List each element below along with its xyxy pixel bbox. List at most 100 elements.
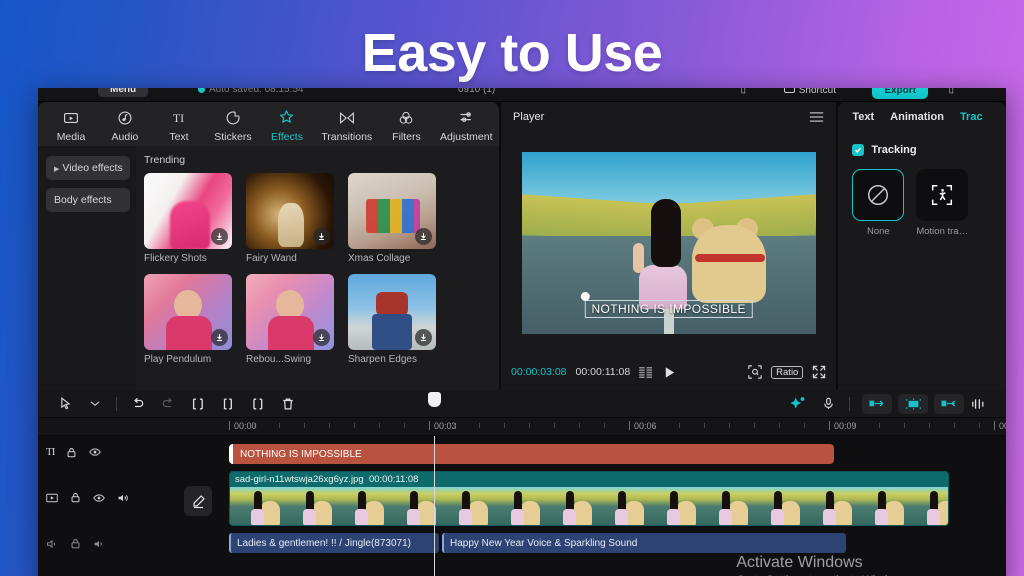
effect-card[interactable]: Flickery Shots	[144, 173, 232, 264]
speaker-icon[interactable]	[93, 539, 105, 549]
nav-item-transitions[interactable]: Transitions	[314, 106, 380, 143]
redo-icon[interactable]	[153, 390, 183, 418]
player-controls: 00:00:03:08 00:00:11:08 Ratio	[501, 354, 837, 390]
effect-card[interactable]: Rebou...Swing	[246, 274, 334, 365]
tracking-header: Tracking	[852, 144, 994, 156]
app-top-bar: Menu Auto saved: 08:15:54 0910 (1) ▯ Sho…	[38, 88, 1006, 102]
lock-icon[interactable]	[66, 447, 77, 458]
filmstrip-frame	[750, 487, 802, 525]
frame-grid-icon[interactable]	[639, 366, 654, 378]
tracking-section: Tracking None Motion track	[838, 132, 1006, 237]
caption-rotate-handle[interactable]	[580, 292, 590, 301]
tab-tracking[interactable]: Trac	[960, 111, 983, 123]
fullscreen-icon[interactable]	[812, 365, 826, 379]
edit-clip-button[interactable]	[184, 486, 212, 516]
nav-item-filters[interactable]: Filters	[379, 106, 433, 143]
ratio-button[interactable]: Ratio	[771, 365, 804, 379]
lock-icon[interactable]	[70, 538, 81, 549]
filters-icon	[398, 109, 414, 127]
split-left-icon[interactable]	[183, 390, 213, 418]
tracking-option-none[interactable]: None	[852, 169, 905, 237]
player-menu-icon[interactable]	[809, 111, 824, 123]
chevron-down-icon[interactable]	[80, 390, 110, 418]
library-body: ▶ Video effects Body effects Trending Fl…	[38, 146, 500, 390]
tab-animation[interactable]: Animation	[890, 111, 944, 123]
effects-sidebar: ▶ Video effects Body effects	[38, 146, 136, 390]
split-clip-icon[interactable]	[213, 390, 243, 418]
menu-button[interactable]: Menu	[98, 88, 149, 97]
sidebar-item-body-effects[interactable]: Body effects	[46, 188, 130, 212]
filmstrip-frame	[698, 487, 750, 525]
download-icon[interactable]	[415, 228, 432, 245]
zoom-fit-icon[interactable]	[748, 365, 762, 379]
video-clip[interactable]: sad-girl-n11wtswja26xg6yz.jpg 00:00:11:0…	[229, 471, 949, 526]
video-preview[interactable]: NOTHING IS IMPOSSIBLE	[521, 152, 816, 334]
effect-thumbnail	[144, 274, 232, 350]
effect-card[interactable]: Fairy Wand	[246, 173, 334, 264]
filmstrip-frame	[490, 487, 542, 525]
window-controls-icon[interactable]: ▯	[948, 88, 954, 95]
caption-overlay[interactable]: NOTHING IS IMPOSSIBLE	[580, 292, 753, 318]
nav-item-adjustment[interactable]: Adjustment	[433, 106, 499, 143]
filmstrip-frame	[802, 487, 854, 525]
export-button[interactable]: Export	[872, 88, 928, 99]
eye-icon[interactable]	[89, 447, 102, 457]
nav-item-audio[interactable]: Audio	[98, 106, 152, 143]
split-right-icon[interactable]	[243, 390, 273, 418]
shortcut-button[interactable]: Shortcut	[783, 88, 836, 96]
tracking-option-motion[interactable]: Motion track...	[916, 169, 969, 237]
effect-card[interactable]: Sharpen Edges	[348, 274, 436, 365]
effect-card[interactable]: Play Pendulum	[144, 274, 232, 365]
trim-start-icon[interactable]	[862, 393, 892, 414]
download-icon[interactable]	[313, 228, 330, 245]
timeline-panel: 00:00 00:03 00:06 00:09 0 TI NOTHING IS …	[38, 390, 1006, 576]
download-icon[interactable]	[211, 228, 228, 245]
toolbar-divider	[849, 396, 850, 411]
download-icon[interactable]	[211, 329, 228, 346]
speaker-icon[interactable]	[117, 493, 129, 503]
total-time: 00:00:11:08	[575, 366, 631, 378]
preview-teddy-bear	[692, 224, 767, 303]
nav-item-stickers[interactable]: Stickers	[206, 106, 260, 143]
audio-clip[interactable]: Happy New Year Voice & Sparkling Sound	[442, 533, 846, 553]
sidebar-item-video-effects[interactable]: ▶ Video effects	[46, 156, 130, 180]
track-header-text: TI	[46, 446, 102, 458]
align-clips-icon[interactable]	[964, 390, 994, 418]
playhead-handle[interactable]	[428, 392, 441, 407]
text-clip[interactable]: NOTHING IS IMPOSSIBLE	[229, 444, 834, 464]
audio-clip[interactable]: Ladies & gentlemen! !! / Jingle(873071)	[229, 533, 439, 553]
effect-label: Rebou...Swing	[246, 354, 312, 365]
tab-text[interactable]: Text	[852, 111, 874, 123]
minimize-icon[interactable]: ▯	[740, 88, 746, 95]
play-button[interactable]	[663, 366, 676, 379]
chevron-right-icon: ▶	[54, 166, 60, 173]
effect-thumbnail	[246, 274, 334, 350]
player-panel: Player NOTHING IS IMPOSSIBLE 00:00:03:08…	[501, 102, 837, 390]
timeline-ruler[interactable]: 00:00 00:03 00:06 00:09 0	[38, 418, 1006, 436]
ai-magic-icon[interactable]	[783, 390, 813, 418]
section-title: Trending	[144, 154, 186, 166]
audio-clip-label: Ladies & gentlemen! !! / Jingle(873071)	[237, 537, 411, 549]
eye-icon[interactable]	[93, 493, 105, 503]
nav-item-effects[interactable]: Effects	[260, 106, 314, 143]
effect-card[interactable]: Xmas Collage	[348, 173, 436, 264]
delete-icon[interactable]	[273, 390, 303, 418]
trim-end-icon[interactable]	[934, 393, 964, 414]
tracking-checkbox[interactable]	[852, 144, 865, 156]
nav-item-text[interactable]: TI Text	[152, 106, 206, 143]
filmstrip-frame	[542, 487, 594, 525]
effect-label: Flickery Shots	[144, 253, 207, 264]
project-name: 0910 (1)	[458, 88, 496, 95]
select-tool-icon[interactable]	[50, 390, 80, 418]
timeline-tracks: TI NOTHING IS IMPOSSIBLE sad-girl-n11wts…	[38, 436, 1006, 576]
tracking-option-label: Motion track...	[916, 226, 969, 237]
lock-icon[interactable]	[70, 492, 81, 503]
nav-item-media[interactable]: Media	[44, 106, 98, 143]
download-icon[interactable]	[415, 329, 432, 346]
audio-track-icon	[46, 539, 58, 549]
auto-reframe-icon[interactable]	[898, 393, 928, 414]
microphone-icon[interactable]	[813, 390, 843, 418]
download-icon[interactable]	[313, 329, 330, 346]
undo-icon[interactable]	[123, 390, 153, 418]
sticker-icon	[225, 109, 241, 127]
